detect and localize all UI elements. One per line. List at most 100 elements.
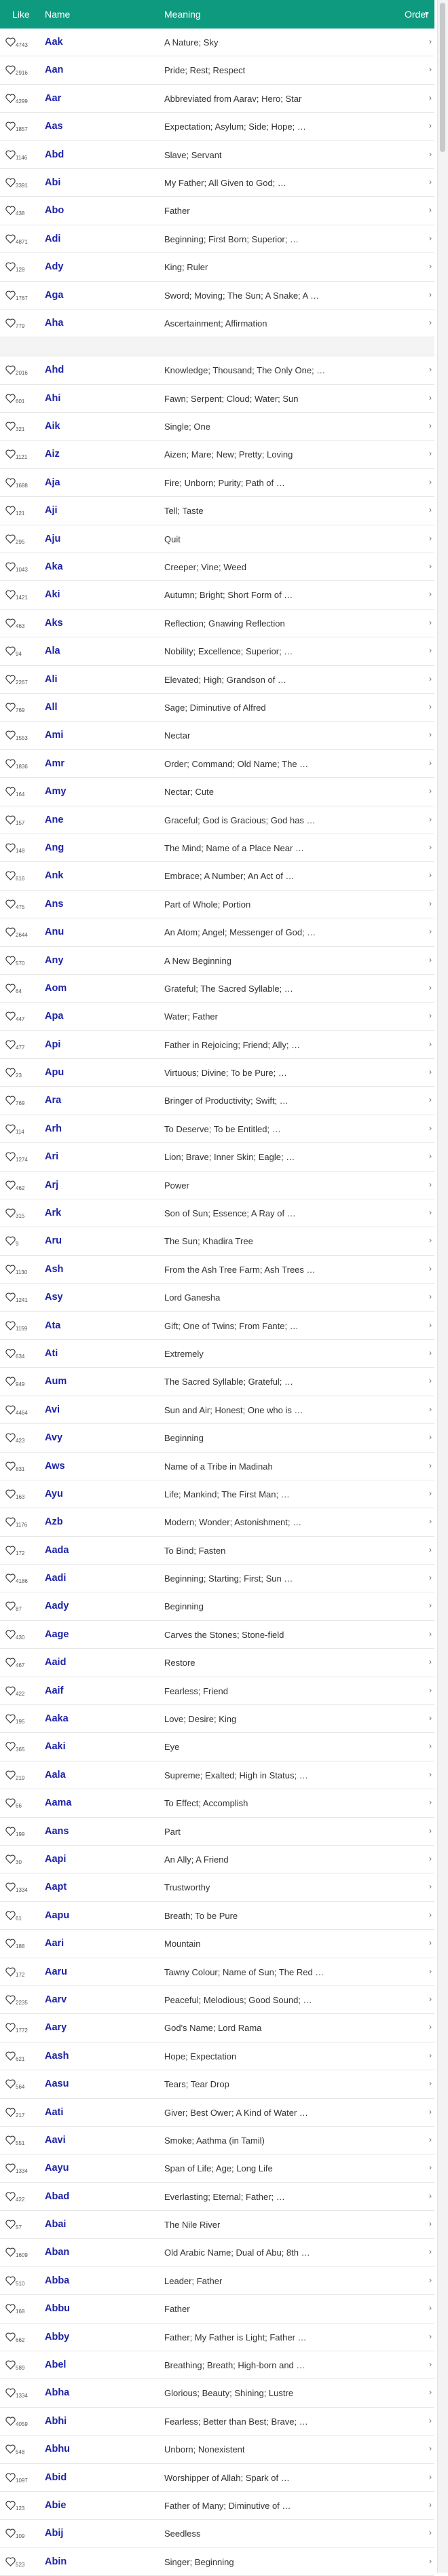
- chevron-right-icon[interactable]: ›: [429, 2500, 432, 2509]
- chevron-right-icon[interactable]: ›: [429, 2416, 432, 2425]
- heart-icon[interactable]: [5, 1433, 16, 1442]
- name-link[interactable]: Anu: [45, 927, 64, 937]
- list-item[interactable]: 564 Aasu Tears; Tear Drop ›: [0, 2070, 434, 2099]
- name-link[interactable]: Aapt: [45, 1882, 67, 1892]
- chevron-right-icon[interactable]: ›: [429, 1151, 432, 1161]
- name-link[interactable]: Aum: [45, 1376, 67, 1387]
- heart-icon[interactable]: [5, 534, 16, 544]
- heart-icon[interactable]: [5, 815, 16, 825]
- name-link[interactable]: Abba: [45, 2275, 69, 2286]
- heart-icon[interactable]: [5, 1939, 16, 1948]
- name-link[interactable]: Abo: [45, 205, 64, 216]
- name-link[interactable]: Ang: [45, 842, 64, 853]
- heart-icon[interactable]: [5, 2220, 16, 2229]
- heart-icon[interactable]: [5, 984, 16, 993]
- list-item[interactable]: 475 Ans Part of Whole; Portion ›: [0, 891, 434, 919]
- chevron-right-icon[interactable]: ›: [429, 1713, 432, 1723]
- name-link[interactable]: Aash: [45, 2051, 69, 2061]
- name-link[interactable]: Ati: [45, 1348, 58, 1359]
- chevron-right-icon[interactable]: ›: [429, 2163, 432, 2172]
- list-item[interactable]: 94 Ala Nobility; Excellence; Superior; … ›: [0, 637, 434, 666]
- heart-icon[interactable]: [5, 2360, 16, 2370]
- heart-icon[interactable]: [5, 2557, 16, 2566]
- name-link[interactable]: Ata: [45, 1320, 60, 1331]
- heart-icon[interactable]: [5, 2388, 16, 2398]
- name-link[interactable]: Ali: [45, 674, 58, 685]
- name-link[interactable]: Ans: [45, 899, 63, 910]
- list-item[interactable]: 1121 Aiz Aizen; Mare; New; Pretty; Loving ›: [0, 441, 434, 469]
- chevron-right-icon[interactable]: ›: [429, 2135, 432, 2144]
- heart-icon[interactable]: [5, 1995, 16, 2004]
- list-item[interactable]: 4299 Aar Abbreviated from Aarav; Hero; Sta…: [0, 85, 434, 113]
- heart-icon[interactable]: [5, 2163, 16, 2173]
- heart-icon[interactable]: [5, 1096, 16, 1106]
- chevron-right-icon[interactable]: ›: [429, 983, 432, 992]
- chevron-right-icon[interactable]: ›: [429, 234, 432, 243]
- name-link[interactable]: Aans: [45, 1826, 69, 1837]
- chevron-right-icon[interactable]: ›: [429, 1601, 432, 1610]
- heart-icon[interactable]: [5, 1377, 16, 1387]
- chevron-right-icon[interactable]: ›: [429, 365, 432, 374]
- list-item[interactable]: 831 Aws Name of a Tribe in Madinah ›: [0, 1453, 434, 1480]
- list-item[interactable]: 217 Aati Giver; Best Ower; A Kind of Water…: [0, 2099, 434, 2127]
- chevron-right-icon[interactable]: ›: [429, 1629, 432, 1639]
- heart-icon[interactable]: [5, 1152, 16, 1161]
- name-link[interactable]: Aadi: [45, 1573, 66, 1584]
- heart-icon[interactable]: [5, 646, 16, 656]
- name-link[interactable]: Aom: [45, 983, 67, 994]
- list-item[interactable]: 1241 Asy Lord Ganesha ›: [0, 1284, 434, 1312]
- name-link[interactable]: Arh: [45, 1123, 62, 1134]
- list-item[interactable]: 157 Ane Graceful; God is Gracious; God has…: [0, 806, 434, 834]
- list-item[interactable]: 551 Aavi Smoke; Aathma (in Tamil) ›: [0, 2127, 434, 2155]
- name-link[interactable]: Abhu: [45, 2444, 70, 2454]
- heart-icon[interactable]: [5, 1068, 16, 1077]
- name-link[interactable]: Ady: [45, 261, 63, 272]
- chevron-right-icon[interactable]: ›: [429, 1123, 432, 1133]
- heart-icon[interactable]: [5, 122, 16, 131]
- chevron-right-icon[interactable]: ›: [429, 2387, 432, 2397]
- chevron-right-icon[interactable]: ›: [429, 477, 432, 487]
- chevron-right-icon[interactable]: ›: [429, 1320, 432, 1330]
- name-link[interactable]: Aja: [45, 477, 60, 488]
- chevron-right-icon[interactable]: ›: [429, 1235, 432, 1245]
- name-link[interactable]: Aavi: [45, 2135, 66, 2146]
- heart-icon[interactable]: [5, 1489, 16, 1499]
- chevron-right-icon[interactable]: ›: [429, 1376, 432, 1385]
- chevron-right-icon[interactable]: ›: [429, 2332, 432, 2341]
- chevron-right-icon[interactable]: ›: [429, 2247, 432, 2256]
- list-item[interactable]: 1772 Aary God's Name; Lord Rama ›: [0, 2014, 434, 2042]
- column-meaning-header[interactable]: Meaning: [164, 0, 201, 29]
- heart-icon[interactable]: [5, 1686, 16, 1696]
- name-link[interactable]: Aji: [45, 505, 58, 516]
- list-item[interactable]: 467 Aaid Restore ›: [0, 1649, 434, 1677]
- heart-icon[interactable]: [5, 2332, 16, 2342]
- name-link[interactable]: Api: [45, 1039, 60, 1050]
- name-link[interactable]: Amy: [45, 786, 66, 797]
- chevron-right-icon[interactable]: ›: [429, 1208, 432, 1217]
- heart-icon[interactable]: [5, 2304, 16, 2313]
- chevron-right-icon[interactable]: ›: [429, 2444, 432, 2453]
- heart-icon[interactable]: [5, 1349, 16, 1358]
- list-item[interactable]: 2235 Aarv Peaceful; Melodious; Good Sound;…: [0, 1986, 434, 2015]
- chevron-right-icon[interactable]: ›: [429, 899, 432, 908]
- list-item[interactable]: 4186 Aadi Beginning; Starting; First; Sun …: [0, 1565, 434, 1593]
- list-item[interactable]: 114 Arh To Deserve; To be Entitled; … ›: [0, 1115, 434, 1144]
- chevron-right-icon[interactable]: ›: [429, 1854, 432, 1863]
- chevron-right-icon[interactable]: ›: [429, 421, 432, 430]
- heart-icon[interactable]: [5, 1461, 16, 1471]
- chevron-right-icon[interactable]: ›: [429, 1461, 432, 1470]
- list-item[interactable]: 422 Abad Everlasting; Eternal; Father; … ›: [0, 2183, 434, 2211]
- name-link[interactable]: Aha: [45, 318, 63, 329]
- heart-icon[interactable]: [5, 2416, 16, 2426]
- heart-icon[interactable]: [5, 1854, 16, 1864]
- list-item[interactable]: 1609 Aban Old Arabic Name; Dual of Abu; 8t…: [0, 2239, 434, 2267]
- list-item[interactable]: 365 Aaki Eye ›: [0, 1733, 434, 1761]
- list-item[interactable]: 1553 Ami Nectar ›: [0, 722, 434, 750]
- chevron-right-icon[interactable]: ›: [429, 1039, 432, 1049]
- list-item[interactable]: 1043 Aka Creeper; Vine; Weed ›: [0, 553, 434, 582]
- name-link[interactable]: Abij: [45, 2528, 63, 2539]
- heart-icon[interactable]: [5, 1040, 16, 1049]
- list-item[interactable]: 422 Aaif Fearless; Friend ›: [0, 1677, 434, 1706]
- name-link[interactable]: Aary: [45, 2022, 67, 2033]
- chevron-right-icon[interactable]: ›: [429, 393, 432, 403]
